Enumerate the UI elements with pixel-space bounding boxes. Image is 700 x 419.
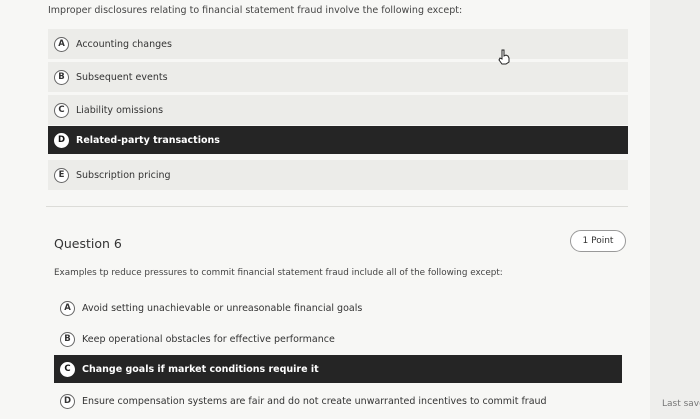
q5-option-c[interactable]: C Liability omissions — [48, 95, 628, 125]
question-5-prompt: Improper disclosures relating to financi… — [48, 5, 463, 16]
option-letter: E — [54, 167, 69, 183]
option-label: Subscription pricing — [76, 169, 171, 181]
option-letter: C — [60, 361, 75, 377]
q6-option-c[interactable]: C Change goals if market conditions requ… — [54, 355, 622, 383]
option-letter: B — [54, 69, 69, 85]
option-label: Related-party transactions — [76, 134, 220, 146]
option-letter: C — [54, 102, 69, 118]
quiz-panel: Improper disclosures relating to financi… — [0, 0, 650, 419]
option-letter: A — [54, 36, 69, 52]
q5-option-d[interactable]: D Related-party transactions — [48, 126, 628, 154]
q5-option-e[interactable]: E Subscription pricing — [48, 160, 628, 190]
q6-option-a[interactable]: A Avoid setting unachievable or unreason… — [54, 295, 622, 321]
option-label: Liability omissions — [76, 104, 164, 116]
option-label: Keep operational obstacles for effective… — [82, 333, 335, 345]
option-letter: D — [54, 132, 69, 148]
points-badge: 1 Point — [570, 230, 626, 252]
divider — [46, 206, 628, 207]
option-label: Ensure compensation systems are fair and… — [82, 395, 547, 407]
q5-option-b[interactable]: B Subsequent events — [48, 62, 628, 92]
option-label: Accounting changes — [76, 38, 172, 50]
hand-pointer-icon — [498, 49, 510, 65]
option-letter: D — [60, 393, 75, 409]
q5-option-a[interactable]: A Accounting changes — [48, 29, 628, 59]
question-6-prompt: Examples tp reduce pressures to commit f… — [54, 268, 503, 278]
option-letter: A — [60, 300, 75, 316]
option-letter: B — [60, 331, 75, 347]
question-6-title: Question 6 — [54, 236, 122, 251]
option-label: Subsequent events — [76, 71, 168, 83]
option-label: Avoid setting unachievable or unreasonab… — [82, 302, 363, 314]
last-saved-status: Last save — [662, 399, 700, 409]
q6-option-b[interactable]: B Keep operational obstacles for effecti… — [54, 326, 622, 352]
q6-option-d[interactable]: D Ensure compensation systems are fair a… — [54, 388, 622, 414]
option-label: Change goals if market conditions requir… — [82, 363, 319, 375]
